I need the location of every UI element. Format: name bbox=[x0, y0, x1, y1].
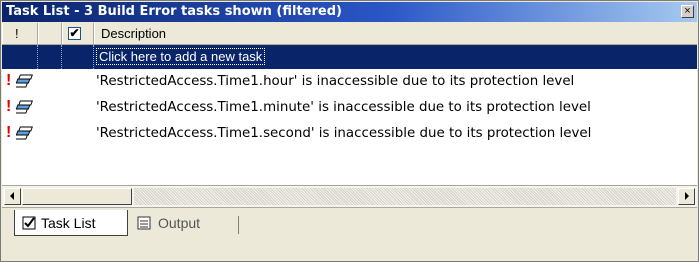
table-row[interactable]: ! 'RestrictedAccess.Time1.hour' is inacc… bbox=[2, 69, 697, 95]
tab-separator bbox=[238, 216, 239, 234]
tab-task-list-label: Task List bbox=[41, 215, 96, 231]
task-list-window: Task List - 3 Build Error tasks shown (f… bbox=[0, 0, 699, 262]
scroll-right-button[interactable] bbox=[678, 188, 695, 205]
build-error-icon bbox=[16, 100, 33, 114]
horizontal-scrollbar[interactable] bbox=[2, 185, 697, 207]
task-list-icon bbox=[22, 216, 36, 230]
task-description: 'RestrictedAccess.Time1.minute' is inacc… bbox=[96, 100, 591, 115]
priority-high-icon: ! bbox=[6, 72, 12, 89]
priority-high-icon: ! bbox=[6, 98, 12, 115]
arrow-right-icon bbox=[685, 192, 689, 200]
table-row[interactable]: ! 'RestrictedAccess.Time1.minute' is ina… bbox=[2, 95, 697, 121]
description-column-header[interactable]: Description bbox=[94, 23, 697, 44]
build-error-icon bbox=[16, 74, 33, 88]
scroll-left-button[interactable] bbox=[4, 188, 21, 205]
title-bar[interactable]: Task List - 3 Build Error tasks shown (f… bbox=[2, 2, 697, 22]
add-new-task-row[interactable]: Click here to add a new task bbox=[2, 45, 697, 69]
priority-high-icon: ! bbox=[6, 124, 12, 141]
table-row[interactable]: ! 'RestrictedAccess.Time1.second' is ina… bbox=[2, 121, 697, 147]
task-grid: ! ✔ Description Click here to add a new … bbox=[2, 23, 697, 185]
description-header-label: Description bbox=[101, 26, 167, 41]
task-description: 'RestrictedAccess.Time1.hour' is inacces… bbox=[96, 74, 575, 89]
column-header-row: ! ✔ Description bbox=[2, 23, 697, 45]
add-row-category-cell bbox=[38, 45, 62, 69]
add-row-priority-cell bbox=[2, 45, 38, 69]
priority-column-header[interactable]: ! bbox=[2, 23, 38, 44]
category-column-header[interactable] bbox=[38, 23, 62, 44]
scroll-track[interactable] bbox=[134, 188, 676, 205]
priority-header-label: ! bbox=[15, 26, 19, 41]
tab-bar: Task List Output bbox=[2, 207, 697, 260]
arrow-left-icon bbox=[10, 192, 14, 200]
task-description: 'RestrictedAccess.Time1.second' is inacc… bbox=[96, 126, 592, 141]
tab-task-list[interactable]: Task List bbox=[14, 210, 128, 236]
build-error-icon bbox=[16, 126, 33, 140]
window-title: Task List - 3 Build Error tasks shown (f… bbox=[6, 4, 342, 19]
scroll-thumb[interactable] bbox=[22, 188, 132, 205]
checked-column-header[interactable]: ✔ bbox=[62, 23, 94, 44]
add-task-label[interactable]: Click here to add a new task bbox=[96, 48, 266, 65]
tab-output-label: Output bbox=[158, 215, 201, 231]
checkbox-icon: ✔ bbox=[68, 26, 81, 40]
output-icon bbox=[137, 216, 151, 230]
close-icon[interactable]: × bbox=[681, 5, 694, 18]
add-row-check-cell bbox=[62, 45, 94, 69]
tab-output[interactable]: Output bbox=[132, 210, 232, 236]
